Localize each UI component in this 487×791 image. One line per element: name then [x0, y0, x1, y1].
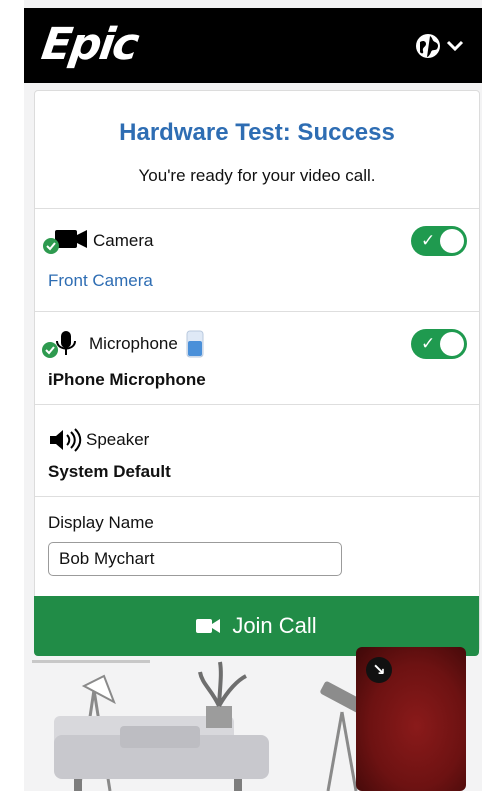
app-header: Epic — [24, 8, 482, 83]
display-name-label: Display Name — [48, 513, 154, 532]
ready-message: You're ready for your video call. — [138, 166, 376, 185]
microphone-label: Microphone — [89, 334, 178, 353]
expand-arrow-icon[interactable]: ↘ — [366, 657, 392, 683]
epic-logo: Epic — [38, 19, 141, 70]
mic-level-icon — [186, 330, 204, 358]
microphone-device: iPhone Microphone — [48, 370, 206, 389]
self-view-preview[interactable]: ↘ — [356, 647, 466, 791]
scroll-indicator — [32, 660, 150, 663]
microphone-toggle[interactable]: ✓ — [411, 329, 467, 359]
display-name-field[interactable] — [48, 542, 342, 576]
speaker-label: Speaker — [86, 430, 150, 449]
camera-status-icon — [43, 230, 87, 254]
page-title: Hardware Test: Success — [119, 119, 395, 146]
microphone-status-icon — [42, 331, 76, 358]
language-selector[interactable] — [414, 30, 468, 62]
video-camera-icon — [196, 619, 221, 633]
speaker-row-label: Speaker — [48, 427, 149, 453]
check-icon: ✓ — [421, 231, 436, 250]
divider — [35, 208, 479, 209]
toggle-knob — [440, 229, 464, 253]
camera-label: Camera — [93, 231, 154, 250]
speaker-device: System Default — [48, 462, 171, 481]
room-illustration — [54, 661, 364, 791]
divider — [35, 404, 479, 405]
microphone-row-label: Microphone — [41, 329, 206, 359]
camera-row-label: Camera — [41, 227, 153, 255]
chevron-down-icon — [446, 40, 464, 52]
hardware-test-card: Hardware Test: Success You're ready for … — [34, 90, 480, 652]
join-call-label: Join Call — [232, 613, 317, 638]
camera-toggle[interactable]: ✓ — [411, 226, 467, 256]
toggle-knob — [440, 332, 464, 356]
camera-device[interactable]: Front Camera — [48, 271, 153, 291]
speaker-icon — [50, 428, 82, 452]
globe-icon — [416, 34, 440, 58]
check-icon: ✓ — [421, 334, 436, 353]
divider — [35, 311, 479, 312]
divider — [35, 496, 479, 497]
